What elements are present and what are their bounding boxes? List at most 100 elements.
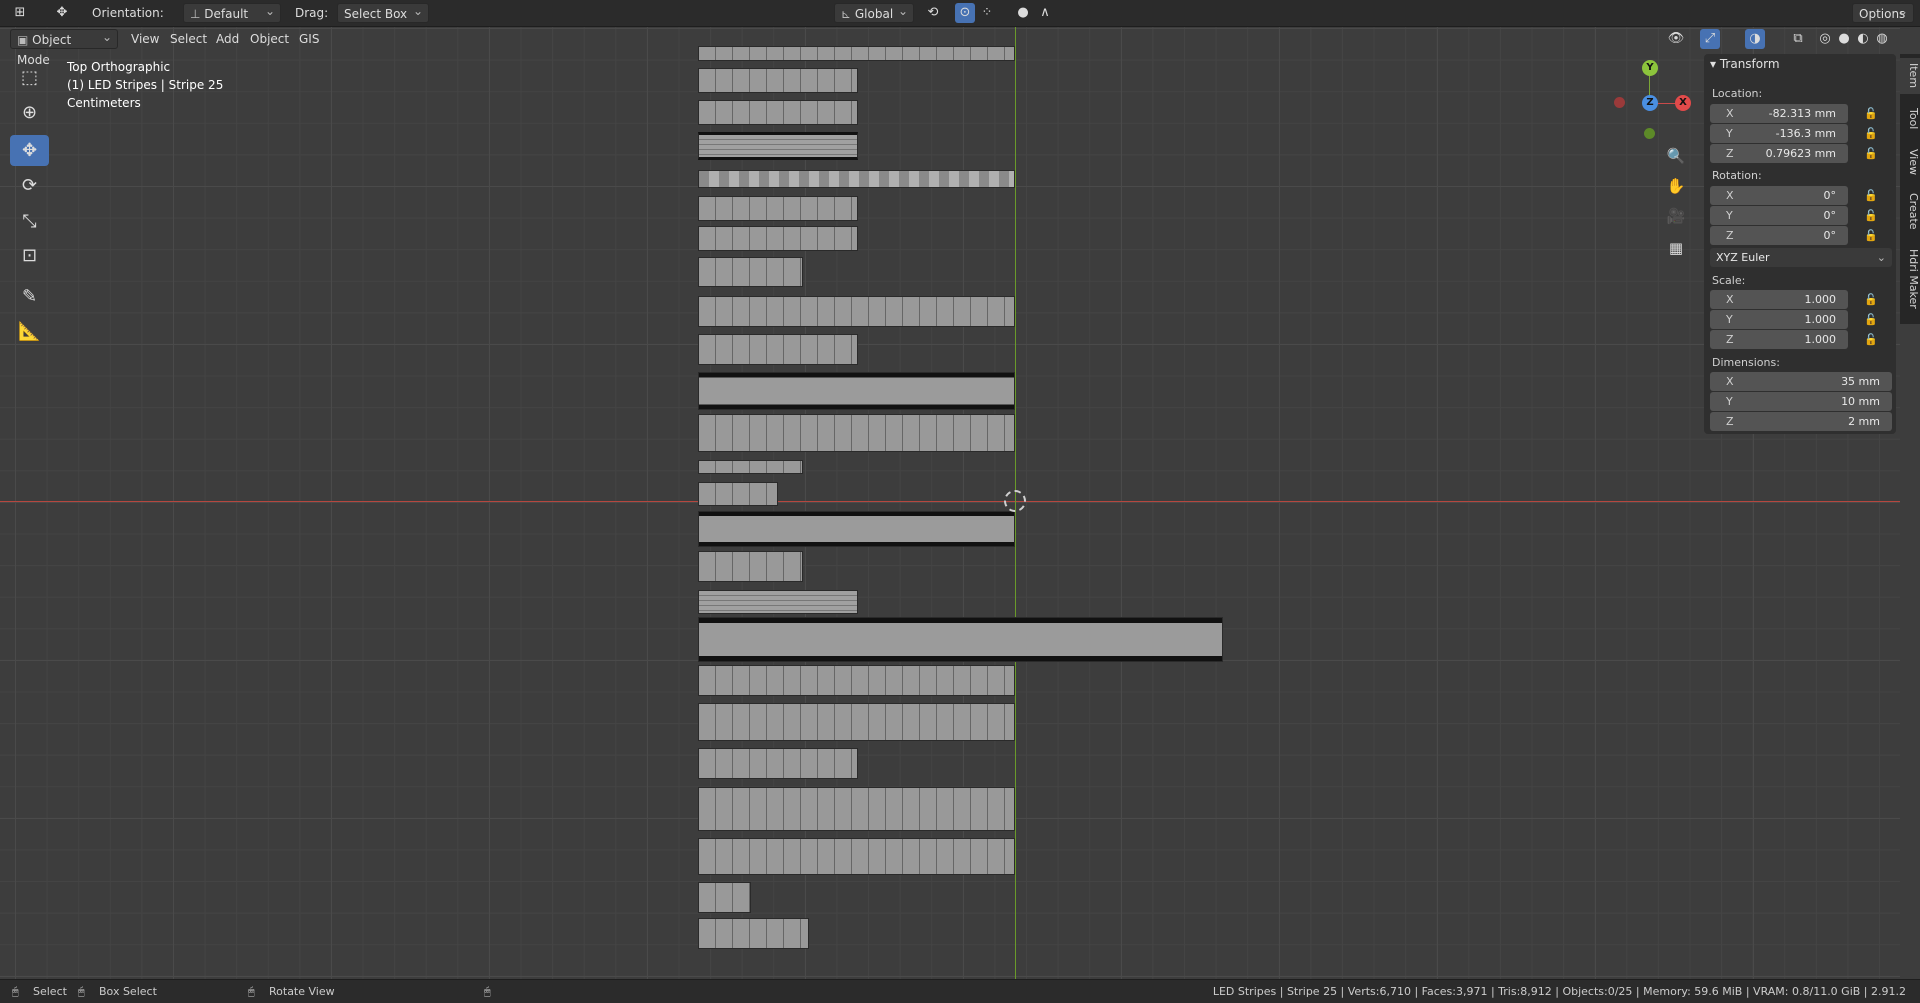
options-dropdown[interactable]: Options: [1852, 1, 1914, 23]
select-box-icon[interactable]: ⬚: [10, 62, 49, 93]
rotation-mode-value: XYZ Euler: [1716, 251, 1770, 264]
stripe[interactable]: [698, 482, 778, 506]
tab-hdri-maker[interactable]: Hdri Maker: [1900, 242, 1920, 316]
material-shading-icon[interactable]: ◐: [1853, 29, 1873, 49]
3d-cursor-icon[interactable]: [1004, 490, 1026, 512]
lock-icon[interactable]: 🔓: [1864, 209, 1878, 223]
gizmo-x[interactable]: X: [1675, 95, 1691, 111]
snap-target-icon[interactable]: ⁘: [977, 3, 997, 23]
stripe[interactable]: [698, 460, 803, 474]
stripe[interactable]: [698, 46, 1015, 61]
gizmo-neg-x[interactable]: [1614, 97, 1625, 108]
axis-label: X: [1726, 293, 1734, 306]
tab-create[interactable]: Create: [1900, 188, 1920, 234]
stripe[interactable]: [698, 334, 858, 365]
stripe[interactable]: [698, 787, 1015, 831]
tab-item[interactable]: Item: [1900, 58, 1920, 94]
stripe[interactable]: [698, 100, 858, 125]
gizmo-toggle-icon[interactable]: ⤢: [1700, 29, 1720, 49]
location-x-field[interactable]: X -82.313 mm: [1710, 104, 1848, 123]
menu-select[interactable]: Select: [170, 29, 207, 49]
lock-icon[interactable]: 🔓: [1864, 147, 1878, 161]
tab-view[interactable]: View: [1900, 144, 1920, 180]
location-y-field[interactable]: Y -136.3 mm: [1710, 124, 1848, 143]
gizmo-y[interactable]: Y: [1642, 60, 1658, 76]
snap-toggle-icon[interactable]: ⊙: [955, 3, 975, 23]
tab-tool[interactable]: Tool: [1900, 102, 1920, 136]
lock-icon[interactable]: 🔓: [1864, 189, 1878, 203]
stripe[interactable]: [698, 372, 1015, 410]
stripe[interactable]: [698, 748, 858, 779]
scale-x-field[interactable]: X 1.000: [1710, 290, 1848, 309]
stripe[interactable]: [698, 551, 803, 582]
proportional-edit-icon[interactable]: ●: [1013, 3, 1033, 23]
rotate-tool-icon[interactable]: ⟳: [10, 170, 49, 201]
dimension-x-field[interactable]: X 35 mm: [1710, 372, 1892, 391]
dimension-z-field[interactable]: Z 2 mm: [1710, 412, 1892, 431]
mode-dropdown[interactable]: ▣ Object Mode: [10, 27, 118, 67]
falloff-icon[interactable]: ∧: [1035, 3, 1055, 23]
axis-label: Z: [1726, 415, 1734, 428]
editor-type-icon[interactable]: ⊞: [10, 3, 30, 23]
annotate-tool-icon[interactable]: ✎: [10, 281, 49, 312]
ortho-toggle-grid-icon[interactable]: ▦: [1666, 238, 1686, 258]
rendered-shading-icon[interactable]: ◍: [1872, 29, 1892, 49]
rotation-z-field[interactable]: Z 0°: [1710, 226, 1848, 245]
transform-panel-header[interactable]: ▾ Transform: [1710, 57, 1780, 71]
camera-view-icon[interactable]: 🎥: [1666, 206, 1686, 226]
scale-z-field[interactable]: Z 1.000: [1710, 330, 1848, 349]
stripe[interactable]: [698, 296, 1015, 327]
rotation-x-field[interactable]: X 0°: [1710, 186, 1848, 205]
transform-gizmo-icon[interactable]: ✥: [52, 3, 72, 23]
stripe[interactable]: [698, 838, 1015, 875]
stripe[interactable]: [698, 132, 858, 160]
zoom-icon[interactable]: 🔍: [1666, 146, 1686, 166]
gizmo-z[interactable]: Z: [1642, 95, 1658, 111]
lock-icon[interactable]: 🔓: [1864, 333, 1878, 347]
stripe[interactable]: [698, 665, 1015, 696]
cursor-tool-icon[interactable]: ⊕: [10, 97, 49, 128]
stripe[interactable]: [698, 196, 858, 221]
xray-icon[interactable]: ⧉: [1788, 29, 1808, 49]
measure-tool-icon[interactable]: 📐: [10, 316, 49, 347]
wireframe-shading-icon[interactable]: ◎: [1815, 29, 1835, 49]
lock-icon[interactable]: 🔓: [1864, 229, 1878, 243]
stripe[interactable]: [698, 882, 751, 913]
overlay-toggle-icon[interactable]: ◑: [1745, 29, 1765, 49]
stripe-wavy[interactable]: [698, 170, 1015, 188]
drag-dropdown[interactable]: Select Box: [337, 1, 429, 23]
stripe[interactable]: [698, 257, 803, 287]
lock-icon[interactable]: 🔓: [1864, 313, 1878, 327]
pivot-point-icon[interactable]: ⟲: [923, 3, 943, 23]
move-tool-icon[interactable]: ✥: [10, 135, 49, 166]
stripe[interactable]: [698, 511, 1015, 547]
visibility-icon[interactable]: 👁: [1666, 29, 1686, 49]
transform-tool-icon[interactable]: ⊡: [10, 240, 49, 271]
stripe[interactable]: [698, 703, 1015, 741]
stripe[interactable]: [698, 617, 1223, 662]
pan-hand-icon[interactable]: ✋: [1666, 176, 1686, 196]
orientation-dropdown[interactable]: ⊥ Default: [183, 1, 281, 23]
lock-icon[interactable]: 🔓: [1864, 127, 1878, 141]
stripe[interactable]: [698, 590, 858, 614]
stripe[interactable]: [698, 226, 858, 251]
rotation-mode-dropdown[interactable]: XYZ Euler ⌄: [1710, 248, 1892, 267]
gizmo-neg-y[interactable]: [1644, 128, 1655, 139]
menu-add[interactable]: Add: [216, 29, 239, 49]
lock-icon[interactable]: 🔓: [1864, 293, 1878, 307]
solid-shading-icon[interactable]: ●: [1834, 29, 1854, 49]
scale-y-field[interactable]: Y 1.000: [1710, 310, 1848, 329]
location-z-field[interactable]: Z 0.79623 mm: [1710, 144, 1848, 163]
stripe[interactable]: [698, 68, 858, 93]
menu-gis[interactable]: GIS: [299, 29, 319, 49]
rotation-y-field[interactable]: Y 0°: [1710, 206, 1848, 225]
navigation-gizmo[interactable]: Y Z X: [1600, 58, 1691, 148]
menu-view[interactable]: View: [131, 29, 159, 49]
stripe-active[interactable]: [698, 918, 809, 949]
scale-tool-icon[interactable]: ⤡: [10, 206, 49, 237]
lock-icon[interactable]: 🔓: [1864, 107, 1878, 121]
transform-space-dropdown[interactable]: ⊾ Global: [834, 1, 914, 23]
menu-object[interactable]: Object: [250, 29, 289, 49]
stripe[interactable]: [698, 414, 1015, 452]
dimension-y-field[interactable]: Y 10 mm: [1710, 392, 1892, 411]
